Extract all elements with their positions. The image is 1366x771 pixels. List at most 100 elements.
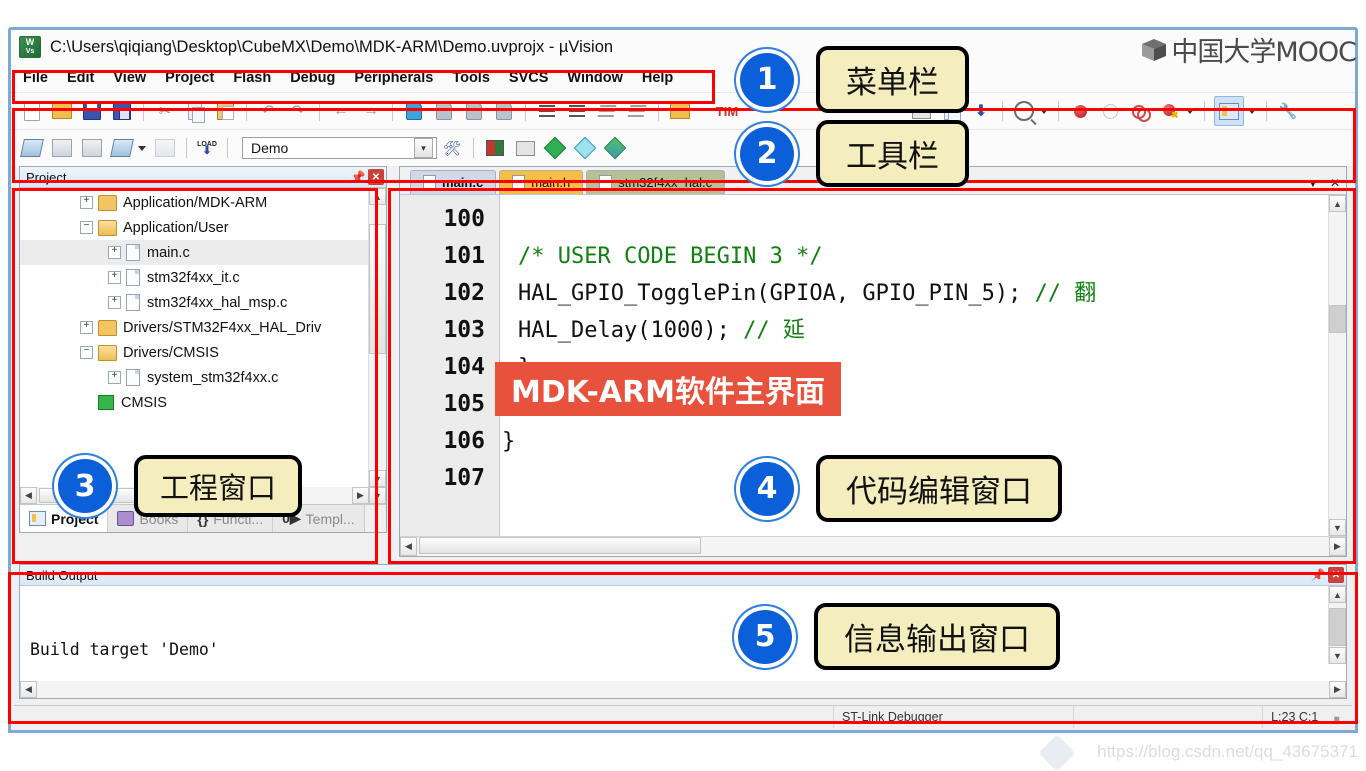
bookmark-next-icon[interactable] (462, 99, 486, 123)
expander-icon[interactable]: + (80, 321, 93, 334)
scrollbar-thumb[interactable] (1329, 608, 1346, 646)
build-icon[interactable] (50, 136, 74, 160)
project-vertical-scrollbar[interactable]: ▲ ▼ (368, 188, 386, 487)
bookmark-prev-icon[interactable] (432, 99, 456, 123)
breakpoint-toggle-icon[interactable] (1128, 99, 1152, 123)
configure-icon[interactable]: 🔧 (1276, 99, 1300, 123)
editor-vertical-scrollbar[interactable]: ▲ ▼ (1328, 195, 1346, 536)
menu-item-edit[interactable]: Edit (67, 70, 94, 86)
chevron-down-icon[interactable]: ▼ (1302, 172, 1324, 194)
editor-tab-main-c[interactable]: main.c (410, 170, 497, 194)
scroll-left-icon[interactable]: ◀ (400, 537, 417, 556)
build-horizontal-scrollbar[interactable]: ◀ ▶ (20, 681, 1346, 698)
resize-grip-icon[interactable]: ▖ (1326, 706, 1352, 728)
indent-icon[interactable] (535, 99, 559, 123)
tree-item[interactable]: + Drivers/STM32F4xx_HAL_Driv (20, 315, 369, 340)
paste-icon[interactable] (213, 99, 237, 123)
menu-item-peripherals[interactable]: Peripherals (354, 70, 433, 86)
menu-item-view[interactable]: View (113, 70, 146, 86)
build-output-body[interactable]: Build target 'Demo' "Demo\Demo.axf" - 0 … (20, 586, 1346, 681)
scroll-up-icon[interactable]: ▲ (369, 188, 386, 205)
tree-item[interactable]: + stm32f4xx_it.c (20, 265, 369, 290)
navigate-forward-icon[interactable]: → (359, 99, 383, 123)
tree-item[interactable]: − Drivers/CMSIS (20, 340, 369, 365)
expander-icon[interactable]: − (80, 346, 93, 359)
translate-icon[interactable] (20, 136, 44, 160)
close-icon[interactable]: ✕ (1324, 172, 1346, 194)
outdent-icon[interactable] (565, 99, 589, 123)
expander-icon[interactable]: + (108, 271, 121, 284)
component-green-icon[interactable] (543, 136, 567, 160)
bookmark-clear-icon[interactable] (492, 99, 516, 123)
tree-item[interactable]: + Application/MDK-ARM (20, 190, 369, 215)
find-dropdown-icon[interactable] (1040, 108, 1048, 114)
scrollbar-thumb[interactable] (1329, 305, 1346, 333)
scroll-more-icon[interactable]: ▼ (369, 487, 386, 504)
uncomment-icon[interactable] (625, 99, 649, 123)
breakpoint-icon[interactable] (1068, 99, 1092, 123)
pack-installer-icon[interactable] (603, 136, 627, 160)
navigate-back-icon[interactable]: ← (329, 99, 353, 123)
project-window-icon[interactable] (1214, 96, 1244, 126)
chevron-down-icon[interactable]: ▾ (414, 138, 433, 158)
breakpoint-dropdown-icon[interactable] (1186, 108, 1194, 114)
menu-item-tools[interactable]: Tools (452, 70, 490, 86)
target-options-icon[interactable]: 🛠 (440, 136, 464, 160)
pin-icon[interactable]: 📌 (350, 169, 366, 185)
expander-icon[interactable]: + (80, 196, 93, 209)
project-window-dropdown-icon[interactable] (1248, 108, 1256, 114)
scroll-up-icon[interactable]: ▲ (1329, 586, 1346, 603)
menu-item-help[interactable]: Help (642, 70, 673, 86)
download-icon[interactable]: ⬇ (969, 99, 993, 123)
batch-build-icon[interactable] (110, 136, 134, 160)
menu-item-project[interactable]: Project (165, 70, 214, 86)
scroll-left-icon[interactable]: ◀ (20, 487, 37, 504)
expander-icon[interactable]: + (108, 371, 121, 384)
redo-icon[interactable]: ↷ (286, 99, 310, 123)
editor-tab-stm32f4xx-hal-c[interactable]: stm32f4xx_hal.c (586, 170, 726, 194)
open-file-icon[interactable] (50, 99, 74, 123)
editor-horizontal-scrollbar[interactable]: ◀ ▶ (400, 536, 1346, 556)
scroll-right-icon[interactable]: ▶ (1329, 537, 1346, 556)
scroll-down-icon[interactable]: ▼ (1329, 519, 1346, 536)
expander-icon[interactable]: + (108, 246, 121, 259)
scroll-down-icon[interactable]: ▼ (369, 470, 386, 487)
scroll-right-icon[interactable]: ▶ (352, 487, 369, 504)
scrollbar-track[interactable] (417, 537, 1329, 556)
copy-icon[interactable] (183, 99, 207, 123)
bookmark-toggle-icon[interactable] (402, 99, 426, 123)
breakpoint-kill-icon[interactable] (1158, 99, 1182, 123)
component-cyan-icon[interactable] (573, 136, 597, 160)
batch-build-dropdown-icon[interactable] (138, 145, 146, 151)
stop-build-icon[interactable] (153, 136, 177, 160)
menu-item-window[interactable]: Window (567, 70, 622, 86)
scroll-right-icon[interactable]: ▶ (1329, 681, 1346, 698)
rebuild-icon[interactable] (80, 136, 104, 160)
close-icon[interactable]: ✕ (1328, 567, 1344, 583)
build-cube-icon[interactable] (483, 136, 507, 160)
pin-icon[interactable]: 📌 (1310, 567, 1326, 583)
close-icon[interactable]: ✕ (368, 169, 384, 185)
tree-item-cmsis[interactable]: CMSIS (20, 390, 369, 415)
scrollbar-thumb[interactable] (419, 537, 701, 554)
menu-item-debug[interactable]: Debug (290, 70, 335, 86)
expander-icon[interactable]: − (80, 221, 93, 234)
breakpoint-disabled-icon[interactable] (1098, 99, 1122, 123)
open-folder-search-icon[interactable] (668, 99, 692, 123)
undo-icon[interactable]: ↶ (256, 99, 280, 123)
scroll-up-icon[interactable]: ▲ (1329, 195, 1346, 212)
find-icon[interactable] (1012, 99, 1036, 123)
expander-icon[interactable]: + (108, 296, 121, 309)
tree-item-main-c[interactable]: + main.c (20, 240, 369, 265)
tree-item[interactable]: + system_stm32f4xx.c (20, 365, 369, 390)
new-file-icon[interactable] (20, 99, 44, 123)
scroll-down-icon[interactable]: ▼ (1329, 647, 1346, 664)
menu-item-flash[interactable]: Flash (233, 70, 271, 86)
build-vertical-scrollbar[interactable]: ▲ ▼ (1328, 586, 1346, 664)
scrollbar-thumb[interactable] (369, 224, 386, 354)
save-icon[interactable] (80, 99, 104, 123)
menu-item-svcs[interactable]: SVCS (509, 70, 549, 86)
comment-icon[interactable] (595, 99, 619, 123)
target-selector[interactable]: Demo ▾ (242, 137, 437, 159)
menu-item-file[interactable]: File (23, 70, 48, 86)
